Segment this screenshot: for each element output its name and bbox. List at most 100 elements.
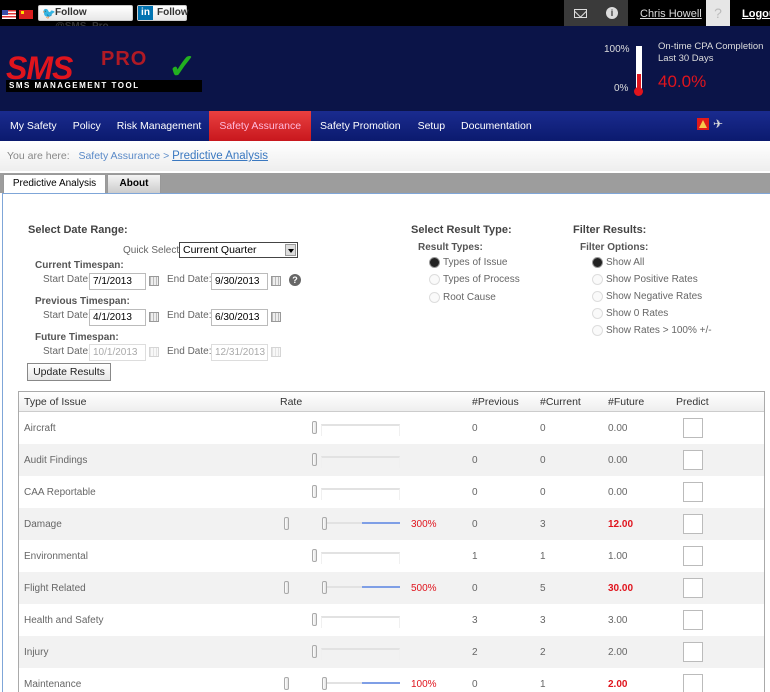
header-current[interactable]: #Current	[540, 396, 581, 408]
predict-checkbox[interactable]	[683, 546, 703, 566]
filter-options-subtitle: Filter Options:	[580, 242, 649, 253]
radio-label: Types of Issue	[443, 257, 508, 268]
tab-predictive-analysis[interactable]: Predictive Analysis	[3, 174, 106, 194]
filter-results-title: Filter Results:	[573, 224, 647, 236]
header-predict[interactable]: Predict	[676, 396, 709, 408]
radio-show-zero-rates[interactable]	[592, 308, 603, 319]
rate-slider-track[interactable]	[321, 552, 400, 564]
breadcrumb-predictive-analysis[interactable]: Predictive Analysis	[172, 150, 268, 162]
rate-slider-handle[interactable]	[312, 549, 317, 562]
calendar-icon[interactable]	[271, 312, 281, 322]
radio-types-of-process[interactable]	[429, 274, 440, 285]
china-flag-icon[interactable]	[19, 10, 33, 19]
rate-slider-min-handle[interactable]	[284, 677, 289, 690]
radio-label: Root Cause	[443, 292, 496, 303]
previous-count: 0	[472, 423, 478, 434]
rate-slider-handle[interactable]	[312, 613, 317, 626]
airplane-icon[interactable]: ✈	[713, 117, 723, 131]
logo-pro-text: PRO	[101, 48, 148, 70]
radio-show-rates-over-100[interactable]	[592, 325, 603, 336]
breadcrumb: You are here: Safety Assurance > Predict…	[0, 141, 770, 171]
predict-checkbox[interactable]	[683, 482, 703, 502]
nav-item-risk-management[interactable]: Risk Management	[109, 111, 210, 141]
calendar-icon[interactable]	[271, 276, 281, 286]
sms-pro-logo[interactable]: SMS PRO SMS MANAGEMENT TOOL ✓	[6, 46, 204, 116]
notification-icons: i	[564, 0, 628, 26]
quick-select-dropdown[interactable]: Current Quarter	[179, 242, 298, 258]
predict-checkbox[interactable]	[683, 578, 703, 598]
header-future[interactable]: #Future	[608, 396, 644, 408]
rate-slider-handle[interactable]	[312, 453, 317, 466]
current-end-date-input[interactable]: 9/30/2013	[211, 273, 268, 290]
future-start-date-input: 10/1/2013	[89, 344, 146, 361]
rate-slider-track[interactable]	[321, 456, 400, 468]
tab-about[interactable]: About	[107, 174, 161, 193]
radio-root-cause[interactable]	[429, 292, 440, 303]
nav-item-safety-assurance[interactable]: Safety Assurance	[209, 111, 312, 141]
radio-show-negative-rates[interactable]	[592, 291, 603, 302]
update-results-button[interactable]: Update Results	[27, 363, 111, 381]
rate-slider-track[interactable]	[321, 488, 400, 500]
issue-type: Audit Findings	[24, 455, 88, 466]
user-name-link[interactable]: Chris Howell	[640, 8, 702, 20]
predict-checkbox[interactable]	[683, 610, 703, 630]
nav-item-my-safety[interactable]: My Safety	[2, 111, 65, 141]
kpi-title-line2: Last 30 Days	[658, 53, 714, 64]
mail-icon[interactable]	[574, 9, 587, 18]
predict-checkbox[interactable]	[683, 514, 703, 534]
predict-checkbox[interactable]	[683, 674, 703, 692]
chevron-down-icon[interactable]	[285, 244, 296, 256]
table-row: Environmental 1 1 1.00	[19, 540, 764, 572]
header-type-of-issue[interactable]: Type of Issue	[24, 396, 86, 408]
predict-checkbox[interactable]	[683, 450, 703, 470]
twitter-follow-button[interactable]: 🐦 Follow @SMS_Pro	[38, 5, 133, 32]
previous-count: 0	[472, 487, 478, 498]
nav-item-safety-promotion[interactable]: Safety Promotion	[311, 111, 410, 141]
nav-item-documentation[interactable]: Documentation	[453, 111, 540, 141]
predict-checkbox[interactable]	[683, 642, 703, 662]
rate-slider-handle[interactable]	[312, 645, 317, 658]
linkedin-follow-button[interactable]: in Follow	[137, 5, 189, 21]
current-start-date-input[interactable]: 7/1/2013	[89, 273, 146, 290]
current-count: 0	[540, 455, 546, 466]
tab-bar: Predictive Analysis About	[0, 173, 770, 194]
calendar-icon[interactable]	[149, 276, 159, 286]
rate-slider-track[interactable]	[321, 648, 400, 660]
nav-item-policy[interactable]: Policy	[65, 111, 109, 141]
rate-slider-handle[interactable]	[312, 485, 317, 498]
previous-start-date-input[interactable]: 4/1/2013	[89, 309, 146, 326]
avatar[interactable]: ?	[706, 0, 730, 26]
calendar-icon[interactable]	[149, 312, 159, 322]
us-flag-icon[interactable]	[2, 10, 16, 19]
rate-slider-handle[interactable]	[312, 421, 317, 434]
rate-slider-fill	[362, 682, 400, 684]
rate-percent: 300%	[411, 519, 437, 530]
previous-end-date-input[interactable]: 6/30/2013	[211, 309, 268, 326]
breadcrumb-safety-assurance[interactable]: Safety Assurance	[78, 150, 160, 162]
previous-count: 0	[472, 679, 478, 690]
radio-show-all[interactable]	[592, 257, 603, 268]
nav-item-setup[interactable]: Setup	[410, 111, 453, 141]
future-value: 2.00	[608, 647, 628, 658]
alert-bell-icon[interactable]	[697, 118, 709, 130]
current-count: 0	[540, 423, 546, 434]
rate-slider-track[interactable]	[321, 616, 400, 628]
header-previous[interactable]: #Previous	[472, 396, 519, 408]
radio-show-positive-rates[interactable]	[592, 274, 603, 285]
predict-checkbox[interactable]	[683, 418, 703, 438]
future-value: 0.00	[608, 487, 628, 498]
header-rate[interactable]: Rate	[280, 396, 302, 408]
current-count: 1	[540, 551, 546, 562]
rate-slider-min-handle[interactable]	[284, 581, 289, 594]
checkmark-icon: ✓	[168, 48, 197, 86]
rate-slider-min-handle[interactable]	[284, 517, 289, 530]
info-icon[interactable]: i	[606, 7, 618, 19]
calendar-icon	[271, 347, 281, 357]
help-icon[interactable]: ?	[289, 274, 301, 286]
logout-link[interactable]: Logout	[742, 8, 770, 20]
radio-types-of-issue[interactable]	[429, 257, 440, 268]
radio-label: Show Positive Rates	[606, 274, 698, 285]
future-end-date-input: 12/31/2013	[211, 344, 268, 361]
result-types-subtitle: Result Types:	[418, 242, 483, 253]
rate-slider-track[interactable]	[321, 424, 400, 436]
